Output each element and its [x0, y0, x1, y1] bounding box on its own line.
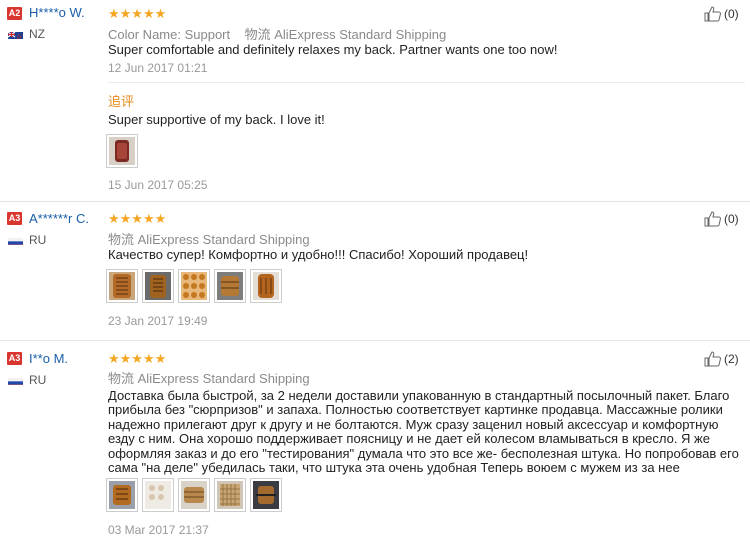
shipping-icon: 物流 — [245, 27, 271, 42]
review-photo[interactable] — [178, 269, 210, 303]
review-photo[interactable] — [142, 478, 174, 512]
helpful-button[interactable]: (0) — [704, 211, 739, 227]
divider — [108, 82, 745, 83]
review-divider — [0, 340, 750, 341]
photo-gallery — [106, 269, 282, 307]
review-divider — [0, 201, 750, 202]
ru-flag-icon — [8, 235, 23, 245]
review-photo[interactable] — [106, 269, 138, 303]
order-info: 物流 AliExpress Standard Shipping — [108, 229, 310, 248]
reviewer-country: RU — [29, 373, 46, 387]
helpful-count: (0) — [724, 7, 739, 21]
color-name-label: Color Name: — [108, 27, 181, 42]
followup-label: 追评 — [108, 91, 134, 110]
review-date: 12 Jun 2017 01:21 — [108, 61, 207, 75]
order-info: 物流 AliExpress Standard Shipping — [108, 368, 310, 387]
shipping-method: AliExpress Standard Shipping — [138, 232, 310, 247]
user-level-badge: A2 — [7, 7, 22, 20]
reviewer-country: NZ — [29, 27, 45, 41]
review-text: Качество супер! Комфортно и удобно!!! Сп… — [108, 248, 743, 262]
thumbs-up-icon — [704, 351, 722, 367]
helpful-button[interactable]: (0) — [704, 6, 739, 22]
color-name-value: Support — [185, 27, 231, 42]
followup-date: 15 Jun 2017 05:25 — [108, 178, 207, 192]
shipping-icon: 物流 — [108, 371, 134, 386]
ru-flag-icon — [8, 375, 23, 385]
nz-flag-icon — [8, 29, 23, 39]
review-photo[interactable] — [250, 478, 282, 512]
followup-text: Super supportive of my back. I love it! — [108, 113, 743, 127]
review-photo[interactable] — [106, 478, 138, 512]
reviewer-name[interactable]: H****o W. — [29, 5, 85, 20]
thumbs-up-icon — [704, 6, 722, 22]
reviewer-name[interactable]: A******r C. — [29, 211, 89, 226]
review-photo[interactable] — [142, 269, 174, 303]
review-photo[interactable] — [178, 478, 210, 512]
review-photo[interactable] — [106, 134, 138, 168]
rating-stars: ★★★★★ — [108, 212, 166, 226]
helpful-count: (0) — [724, 212, 739, 226]
rating-stars: ★★★★★ — [108, 7, 166, 21]
reviewer-name[interactable]: I**o M. — [29, 351, 68, 366]
review-photo[interactable] — [214, 269, 246, 303]
review-text: Super comfortable and definitely relaxes… — [108, 43, 743, 57]
rating-stars: ★★★★★ — [108, 352, 166, 366]
review-photo[interactable] — [250, 269, 282, 303]
review-text: Доставка была быстрой, за 2 недели доста… — [108, 389, 743, 475]
reviewer-country: RU — [29, 233, 46, 247]
helpful-count: (2) — [724, 352, 739, 366]
photo-gallery — [106, 478, 282, 516]
order-info: Color Name: Support 物流 AliExpress Standa… — [108, 24, 446, 43]
review-date: 23 Jan 2017 19:49 — [108, 314, 207, 328]
shipping-method: AliExpress Standard Shipping — [274, 27, 446, 42]
thumbs-up-icon — [704, 211, 722, 227]
shipping-method: AliExpress Standard Shipping — [138, 371, 310, 386]
helpful-button[interactable]: (2) — [704, 351, 739, 367]
photo-gallery — [106, 134, 138, 172]
shipping-icon: 物流 — [108, 232, 134, 247]
review-photo[interactable] — [214, 478, 246, 512]
user-level-badge: A3 — [7, 352, 22, 365]
user-level-badge: A3 — [7, 212, 22, 225]
